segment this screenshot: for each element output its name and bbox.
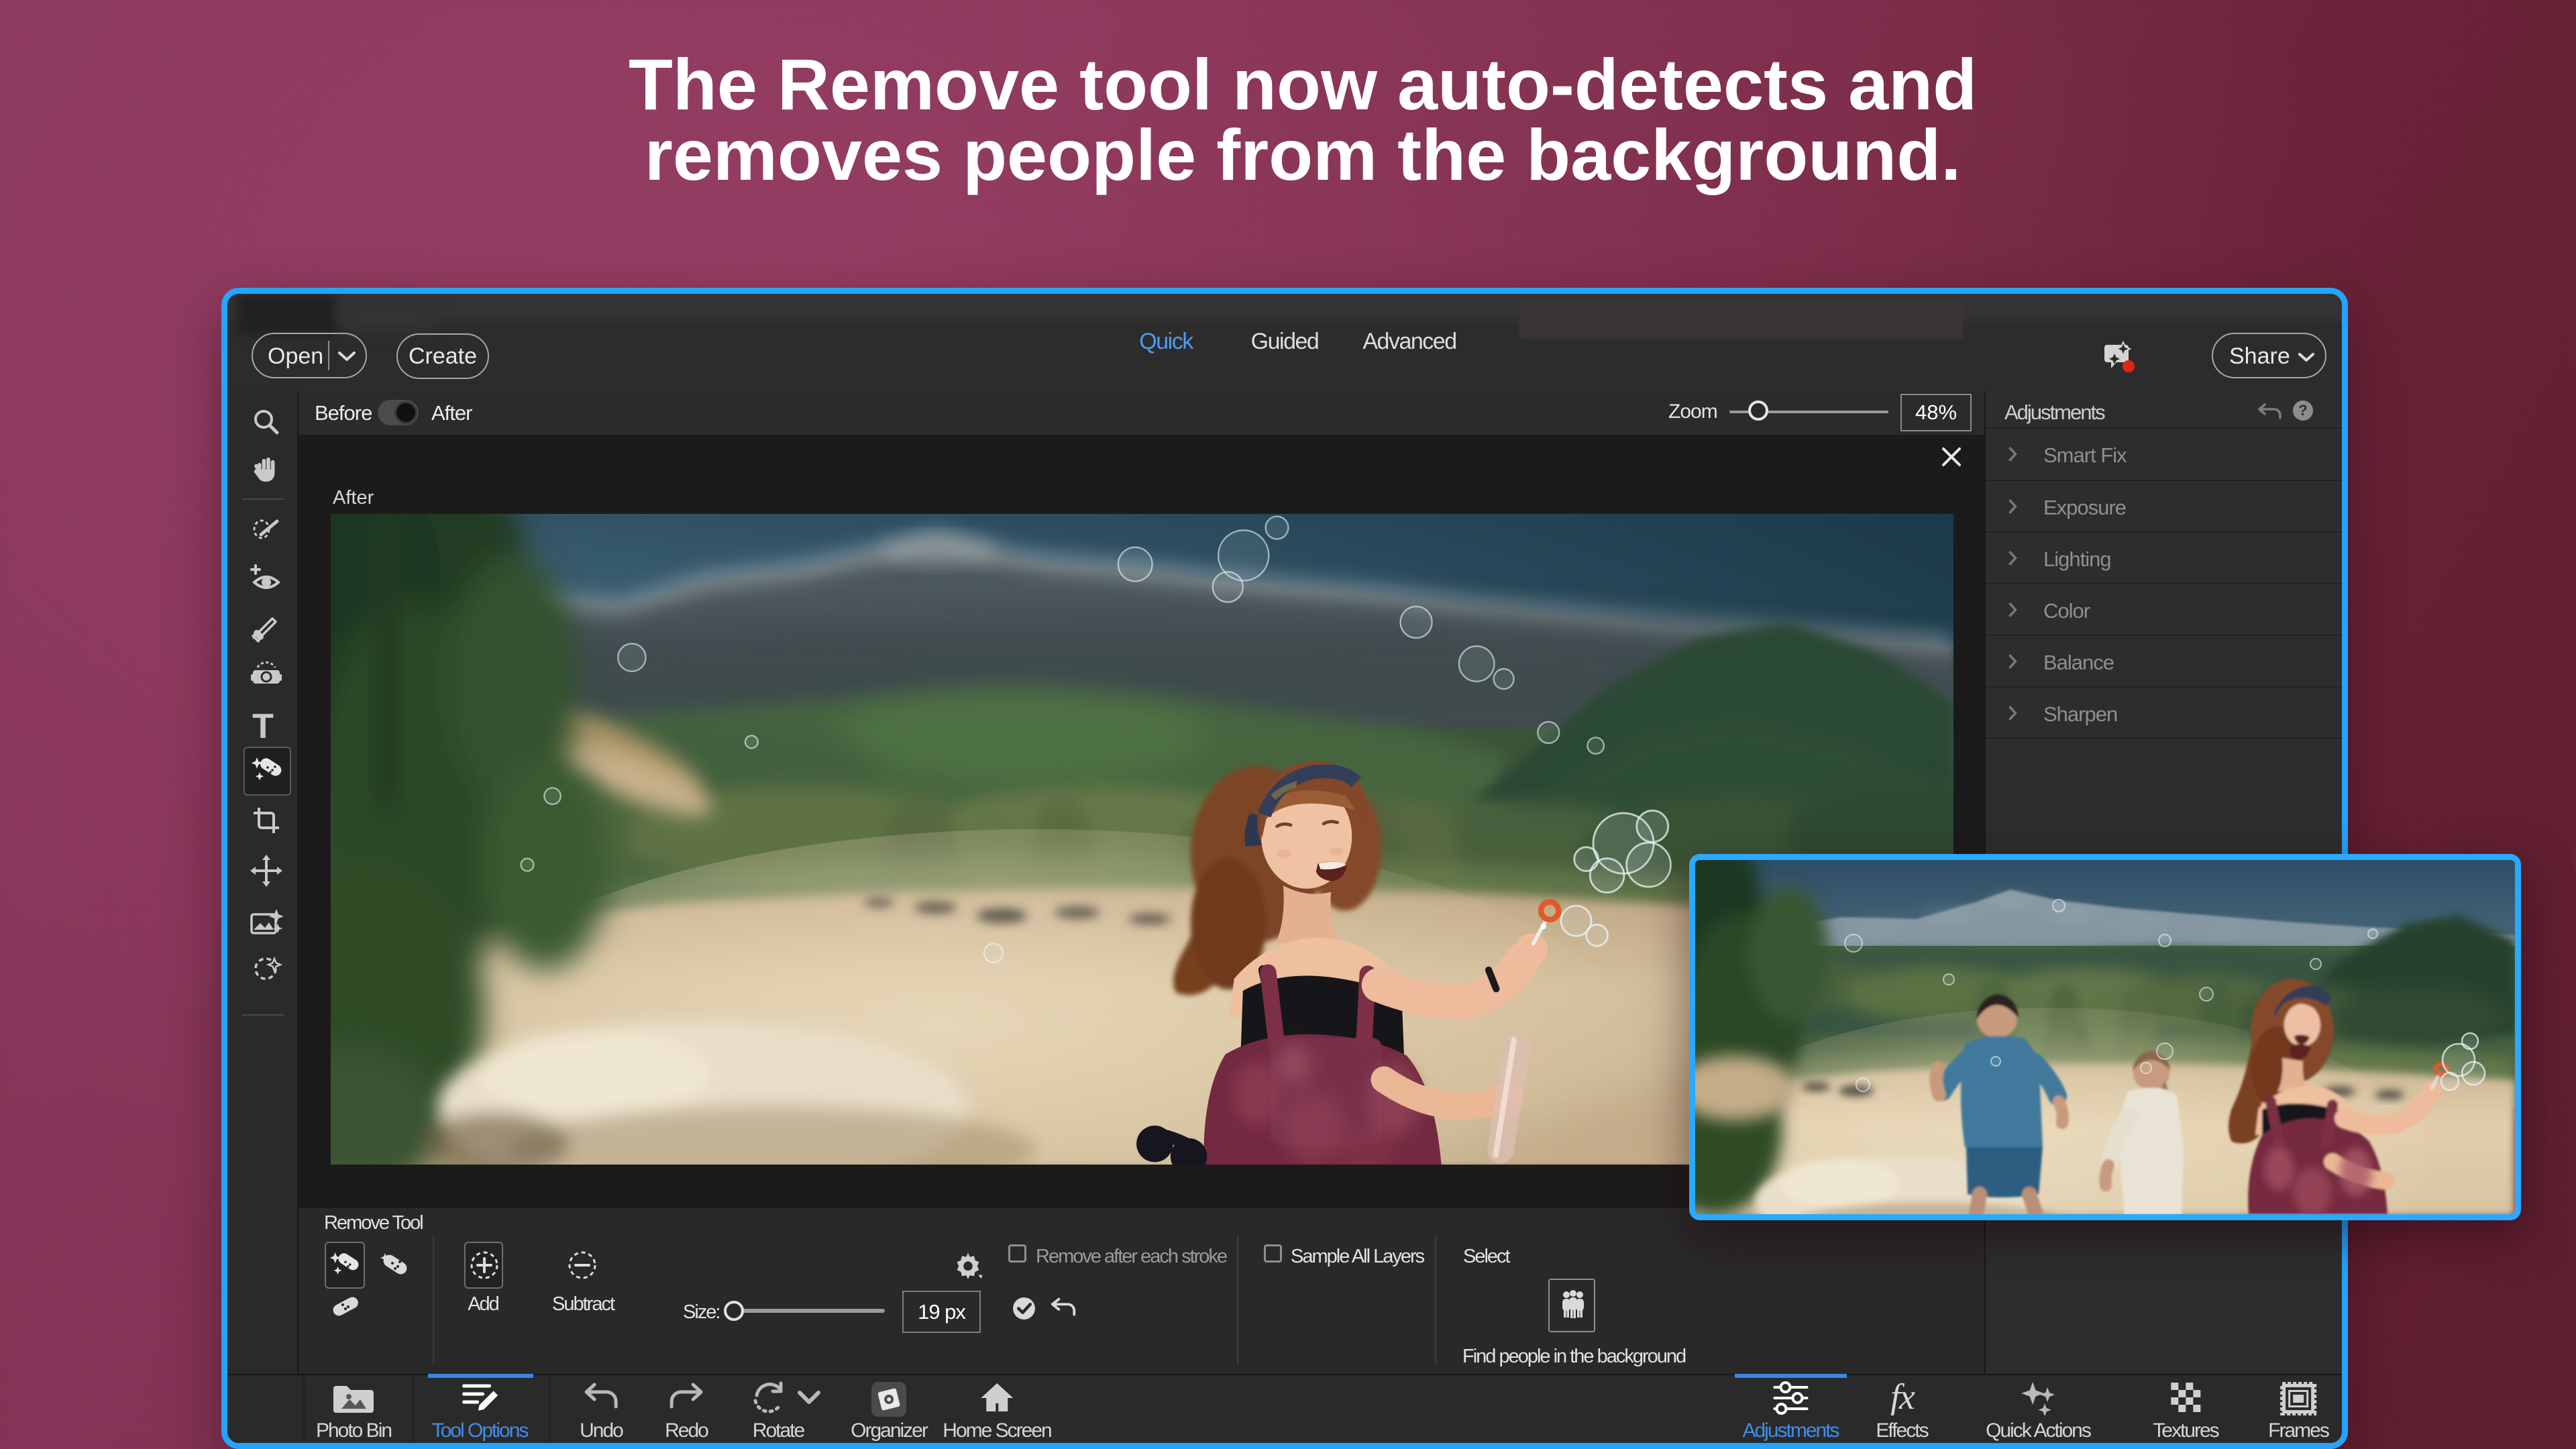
svg-text:fx: fx xyxy=(1890,1381,1915,1415)
svg-text:?: ? xyxy=(2298,402,2307,419)
